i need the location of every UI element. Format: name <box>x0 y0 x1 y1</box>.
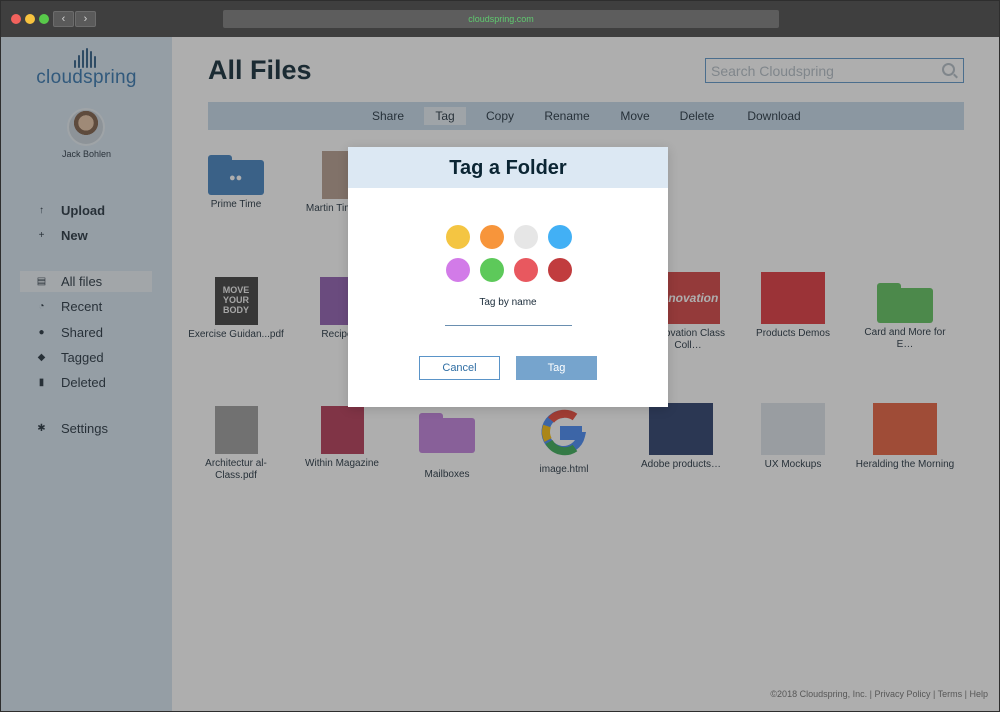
color-swatch-blue[interactable] <box>548 225 572 249</box>
color-swatch-yellow[interactable] <box>446 225 470 249</box>
dialog-title: Tag a Folder <box>449 157 567 179</box>
color-swatch-green[interactable] <box>480 258 504 282</box>
back-button[interactable]: ‹ <box>53 11 74 27</box>
browser-window: ‹ › cloudspring.com cloudspring Jack Boh… <box>0 0 1000 712</box>
color-swatch-gray[interactable] <box>514 225 538 249</box>
color-swatch-orange[interactable] <box>480 225 504 249</box>
color-swatch-purple[interactable] <box>446 258 470 282</box>
tag-name-label: Tag by name <box>479 297 537 308</box>
confirm-tag-button[interactable]: Tag <box>516 356 597 380</box>
tag-name-input[interactable] <box>445 311 572 326</box>
address-bar[interactable]: cloudspring.com <box>223 10 779 28</box>
cancel-button[interactable]: Cancel <box>419 356 500 380</box>
browser-titlebar: ‹ › cloudspring.com <box>1 1 999 37</box>
minimize-window-button[interactable] <box>25 14 35 24</box>
color-swatch-red[interactable] <box>514 258 538 282</box>
close-window-button[interactable] <box>11 14 21 24</box>
forward-button[interactable]: › <box>75 11 96 27</box>
dialog-header: Tag a Folder <box>348 147 668 188</box>
color-swatch-dark-red[interactable] <box>548 258 572 282</box>
maximize-window-button[interactable] <box>39 14 49 24</box>
tag-folder-dialog: Tag a Folder Tag by name Cancel Tag <box>348 147 668 407</box>
